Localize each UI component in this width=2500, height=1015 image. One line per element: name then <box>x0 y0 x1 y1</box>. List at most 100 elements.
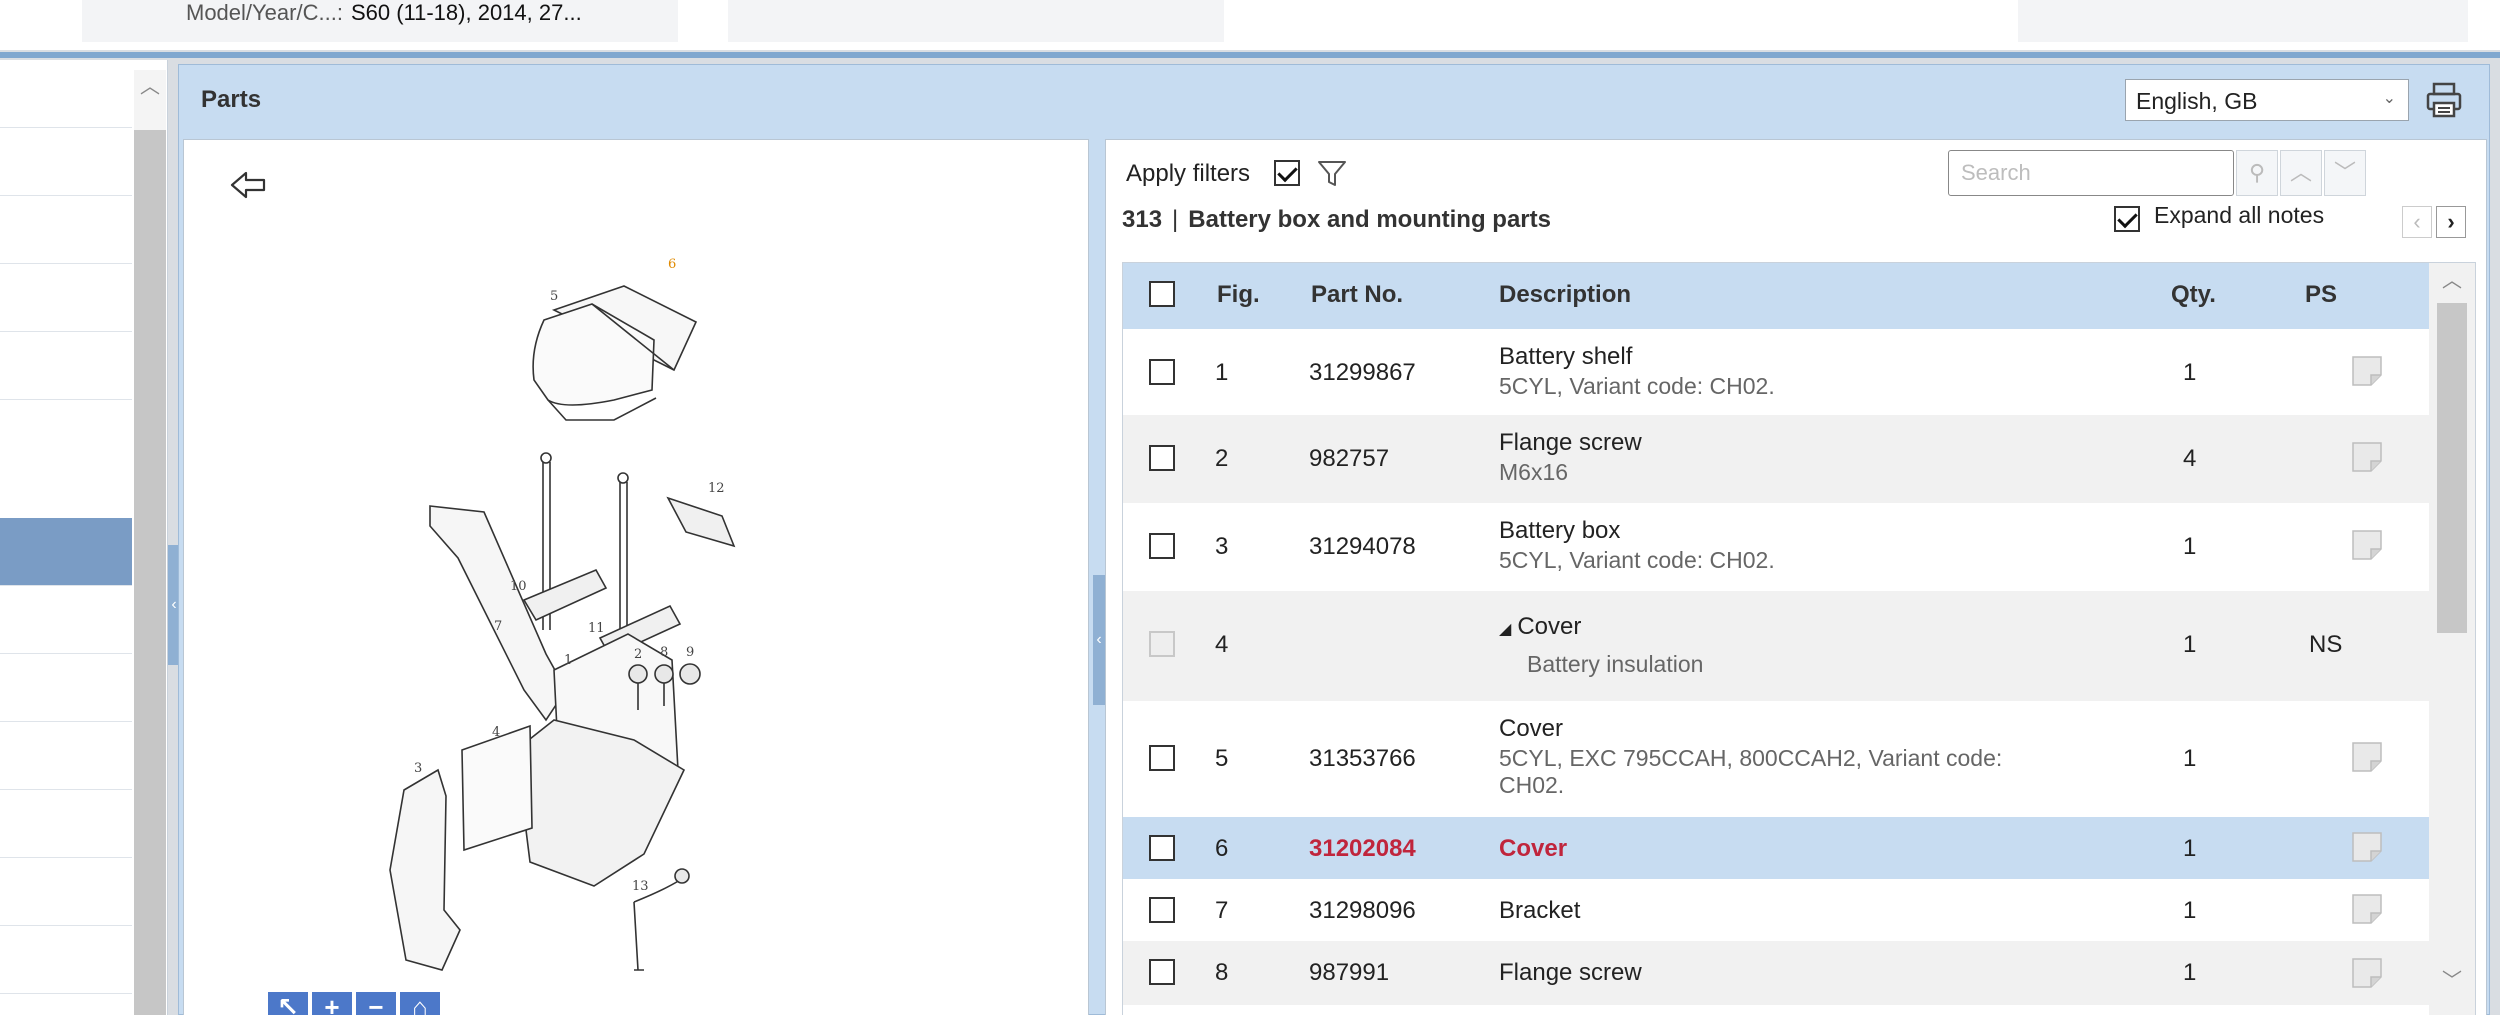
model-year-value: S60 (11-18), 2014, 27... <box>350 0 582 25</box>
column-header-part-no[interactable]: Part No. <box>1311 281 1403 309</box>
search-next-icon[interactable]: ﹀ <box>2324 150 2366 196</box>
back-arrow-icon[interactable] <box>228 168 268 202</box>
callout-12[interactable]: 12 <box>708 481 725 496</box>
column-header-qty[interactable]: Qty. <box>2171 281 2216 309</box>
zoom-in-icon[interactable]: + <box>312 992 352 1015</box>
column-header-description[interactable]: Description <box>1499 281 1631 309</box>
cell-fig: 2 <box>1215 445 1229 472</box>
table-scrollbar-thumb[interactable] <box>2437 303 2467 633</box>
cell-qty: 1 <box>2183 897 2197 924</box>
table-row-selected[interactable]: 6 31202084 Cover 1 <box>1123 817 2429 879</box>
nav-scroll-up-icon[interactable]: ︿ <box>134 70 166 104</box>
table-row[interactable]: 4 ◢ Cover Battery insulation 1 NS <box>1123 591 2429 701</box>
callout-11[interactable]: 11 <box>588 621 605 636</box>
cell-qty: 1 <box>2183 533 2197 560</box>
cell-qty: 1 <box>2183 359 2197 386</box>
row-checkbox[interactable] <box>1149 445 1175 471</box>
nav-row[interactable] <box>0 332 132 400</box>
cell-fig: 5 <box>1215 745 1229 772</box>
callout-4[interactable]: 4 <box>492 725 500 740</box>
cell-ps: NS <box>2309 631 2343 658</box>
prev-section-icon[interactable]: ‹ <box>2402 206 2432 238</box>
select-tool-icon[interactable]: ↖ <box>268 992 308 1015</box>
cell-part-no: 31294078 <box>1309 533 1416 560</box>
table-row[interactable]: 5 31353766 Cover 5CYL, EXC 795CCAH, 800C… <box>1123 701 2429 817</box>
callout-9[interactable]: 9 <box>686 645 694 660</box>
table-scrollbar[interactable]: ︿ ﹀ <box>2429 263 2475 1015</box>
table-row[interactable]: 7 31298096 Bracket 1 <box>1123 879 2429 941</box>
cell-description: Cover 5CYL, EXC 795CCAH, 800CCAH2, Varia… <box>1499 715 2019 799</box>
cell-description: Cover <box>1499 835 1568 862</box>
nav-row[interactable] <box>0 196 132 264</box>
next-section-icon[interactable]: › <box>2436 206 2466 238</box>
apply-filters-label: Apply filters <box>1126 160 1251 187</box>
description-text: Cover <box>1517 613 1582 640</box>
language-select[interactable]: English, GB ⌄ <box>2125 79 2409 121</box>
info-box-2 <box>728 0 1224 42</box>
note-icon[interactable] <box>2351 529 2383 561</box>
cell-description: Bracket <box>1499 897 1581 924</box>
callout-2[interactable]: 2 <box>634 647 642 662</box>
cell-qty: 1 <box>2183 631 2197 658</box>
column-header-ps[interactable]: PS <box>2305 281 2337 309</box>
collapse-triangle-icon[interactable]: ◢ <box>1499 621 1511 638</box>
callout-13[interactable]: 13 <box>632 879 649 894</box>
table-row[interactable]: 3 31294078 Battery box 5CYL, Variant cod… <box>1123 503 2429 591</box>
select-all-checkbox[interactable] <box>1149 281 1175 307</box>
home-icon[interactable]: ⌂ <box>400 992 440 1015</box>
row-checkbox[interactable] <box>1149 897 1175 923</box>
table-row[interactable]: 1 31299867 Battery shelf 5CYL, Variant c… <box>1123 329 2429 415</box>
nav-row[interactable] <box>0 790 132 858</box>
printer-icon[interactable] <box>2425 81 2463 119</box>
nav-row-active[interactable] <box>0 518 132 586</box>
diagram-collapse-handle[interactable]: ‹ <box>1093 575 1105 705</box>
cell-part-no: 31353766 <box>1309 745 1416 772</box>
nav-row[interactable] <box>0 722 132 790</box>
row-checkbox[interactable] <box>1149 959 1175 985</box>
callout-8[interactable]: 8 <box>660 645 668 660</box>
scroll-down-icon[interactable]: ﹀ <box>2429 963 2475 999</box>
note-icon[interactable] <box>2351 893 2383 925</box>
callout-6[interactable]: 6 <box>668 257 676 272</box>
search-icon[interactable]: ⚲ <box>2236 150 2278 196</box>
apply-filters-checkbox[interactable] <box>1274 160 1300 186</box>
row-checkbox[interactable] <box>1149 835 1175 861</box>
callout-7[interactable]: 7 <box>494 619 502 634</box>
section-separator: | <box>1172 206 1179 233</box>
column-header-fig[interactable]: Fig. <box>1217 281 1260 309</box>
description-text: Battery shelf <box>1499 343 1633 370</box>
nav-row[interactable] <box>0 128 132 196</box>
nav-row[interactable] <box>0 60 132 128</box>
nav-row[interactable] <box>0 654 132 722</box>
note-icon[interactable] <box>2351 355 2383 387</box>
cell-fig: 1 <box>1215 359 1229 386</box>
callout-5[interactable]: 5 <box>550 289 558 304</box>
expand-all-notes-label: Expand all notes <box>2154 202 2325 228</box>
zoom-out-icon[interactable]: − <box>356 992 396 1015</box>
note-icon[interactable] <box>2351 957 2383 989</box>
search-input[interactable] <box>1948 150 2234 196</box>
nav-scrollbar-thumb[interactable] <box>134 130 166 1015</box>
top-divider <box>0 52 2500 58</box>
callout-10[interactable]: 10 <box>510 579 527 594</box>
nav-row[interactable] <box>0 926 132 994</box>
funnel-icon[interactable] <box>1316 158 1348 190</box>
note-icon[interactable] <box>2351 831 2383 863</box>
expand-all-notes-checkbox[interactable] <box>2114 206 2140 232</box>
callout-3[interactable]: 3 <box>414 761 422 776</box>
scroll-up-icon[interactable]: ︿ <box>2429 263 2475 299</box>
nav-row[interactable] <box>0 264 132 332</box>
nav-row[interactable] <box>0 858 132 926</box>
exploded-parts-diagram[interactable]: 5 6 10 12 7 11 1 2 8 9 4 3 13 <box>334 250 1014 1010</box>
table-row[interactable]: 8 987991 Flange screw 1 <box>1123 941 2429 1005</box>
table-row[interactable]: 2 982757 Flange screw M6x16 4 <box>1123 415 2429 503</box>
search-prev-icon[interactable]: ︿ <box>2280 150 2322 196</box>
note-icon[interactable] <box>2351 741 2383 773</box>
row-checkbox[interactable] <box>1149 745 1175 771</box>
row-checkbox[interactable] <box>1149 359 1175 385</box>
callout-1[interactable]: 1 <box>564 653 572 668</box>
nav-row[interactable] <box>0 586 132 654</box>
row-checkbox[interactable] <box>1149 533 1175 559</box>
note-icon[interactable] <box>2351 441 2383 473</box>
cell-part-no: 31298096 <box>1309 897 1416 924</box>
